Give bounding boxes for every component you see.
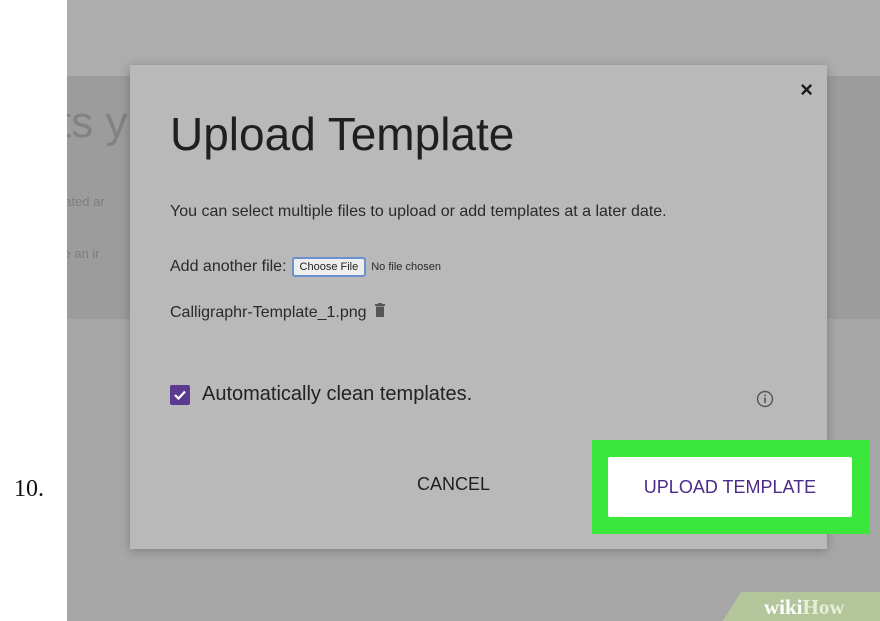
wikihow-logo: wikiHow [764, 595, 845, 620]
modal-description: You can select multiple files to upload … [170, 203, 667, 220]
checkmark-icon [174, 390, 186, 400]
auto-clean-option: Automatically clean templates. [170, 383, 472, 406]
close-icon[interactable]: × [800, 77, 813, 103]
upload-template-modal: × Upload Template You can select multipl… [130, 65, 870, 549]
step-number: 10. [14, 476, 44, 502]
screenshot-frame: ts y eated ar ve an ir × Upload Template… [67, 0, 880, 621]
add-file-label: Add another file: [170, 258, 287, 275]
cancel-button[interactable]: CANCEL [417, 474, 490, 495]
background-text-fragment: ve an ir [67, 246, 100, 261]
logo-wiki-text: wiki [764, 595, 803, 619]
upload-template-button[interactable]: UPLOAD TEMPLATE [608, 457, 852, 517]
info-icon[interactable] [756, 390, 774, 413]
logo-how-text: How [802, 595, 845, 619]
trash-icon[interactable] [374, 303, 385, 322]
no-file-chosen-text: No file chosen [371, 261, 441, 273]
background-text-fragment: eated ar [67, 194, 105, 209]
modal-title: Upload Template [170, 108, 515, 160]
uploaded-file-item: Calligraphr-Template_1.png [170, 303, 385, 322]
auto-clean-checkbox[interactable] [170, 384, 190, 405]
choose-file-button[interactable]: Choose File [291, 257, 367, 277]
uploaded-file-name: Calligraphr-Template_1.png [170, 303, 367, 321]
auto-clean-label: Automatically clean templates. [202, 383, 473, 405]
background-heading-fragment: ts y [67, 98, 128, 147]
add-file-row: Add another file: Choose File No file ch… [170, 257, 441, 277]
